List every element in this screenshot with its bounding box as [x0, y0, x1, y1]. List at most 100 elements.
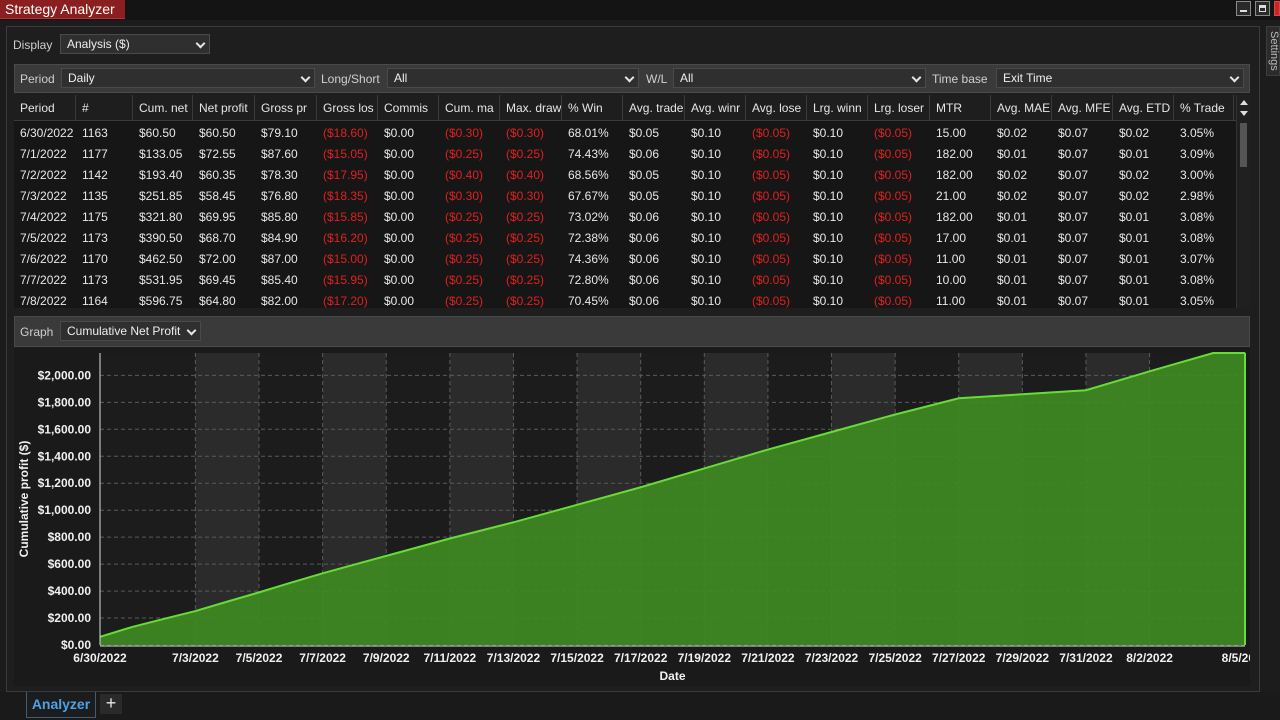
timebase-select[interactable]: Exit Time — [996, 68, 1244, 88]
table-cell: $596.75 — [139, 294, 183, 308]
column-header[interactable]: Period — [14, 95, 76, 121]
table-cell: $0.10 — [691, 252, 722, 266]
table-cell: 68.01% — [568, 126, 609, 140]
table-cell: $0.02 — [1119, 189, 1150, 203]
column-header[interactable]: Avg. ETD — [1113, 95, 1174, 121]
table-cell: 3.08% — [1180, 231, 1215, 245]
table-row[interactable]: 7/2/2022 1142 $193.40 $60.35 $78.30 ($17.95) $… — [14, 165, 1236, 186]
settings-tab[interactable]: Settings — [1266, 26, 1280, 76]
column-header[interactable]: Avg. MFE — [1052, 95, 1113, 121]
table-row[interactable]: 6/30/2022 1163 $60.50 $60.50 $79.10 ($18.60) $… — [14, 123, 1236, 144]
table-row[interactable]: 7/4/2022 1175 $321.80 $69.95 $85.80 ($15.85) $… — [14, 207, 1236, 228]
table-cell: $0.00 — [384, 168, 415, 182]
column-header[interactable]: Cum. net — [133, 95, 193, 121]
window-title[interactable]: Strategy Analyzer — [0, 0, 125, 19]
table-cell: $0.01 — [1119, 147, 1150, 161]
table-cell: ($0.25) — [506, 210, 545, 224]
table-cell: $0.07 — [1058, 210, 1089, 224]
column-header[interactable]: Max. draw — [500, 95, 562, 121]
table-cell: $0.00 — [384, 210, 415, 224]
table-cell: $531.95 — [139, 273, 183, 287]
column-header[interactable]: % Win — [562, 95, 623, 121]
table-cell: ($0.05) — [874, 294, 913, 308]
column-header[interactable]: Cum. ma — [439, 95, 500, 121]
column-header[interactable]: # — [76, 95, 133, 121]
display-select[interactable]: Analysis ($) — [60, 34, 210, 54]
table-row[interactable]: 7/7/2022 1173 $531.95 $69.45 $85.40 ($15.95) $… — [14, 270, 1236, 291]
period-select[interactable]: Daily — [61, 68, 315, 88]
table-cell: ($0.30) — [445, 189, 484, 203]
column-header[interactable]: Avg. trade — [623, 95, 685, 121]
table-cell: ($0.05) — [874, 147, 913, 161]
column-header[interactable]: Gross los — [317, 95, 378, 121]
table-cell: $0.00 — [384, 189, 415, 203]
table-cell: $72.55 — [199, 147, 236, 161]
data-point — [576, 504, 578, 506]
table-cell: ($0.25) — [445, 147, 484, 161]
close-icon[interactable] — [1274, 1, 1280, 16]
table-cell: $76.80 — [261, 189, 298, 203]
tab-analyzer[interactable]: Analyzer — [26, 692, 96, 718]
table-cell: 6/30/2022 — [20, 126, 74, 140]
table-cell: 1170 — [82, 252, 108, 266]
table-cell: $0.05 — [629, 126, 660, 140]
column-header[interactable]: % Trade — [1174, 95, 1234, 121]
table-row[interactable]: 7/1/2022 1177 $133.05 $72.55 $87.60 ($15.05) $… — [14, 144, 1236, 165]
column-header[interactable]: Lrg. loser — [868, 95, 930, 121]
add-tab-button[interactable]: + — [100, 694, 122, 714]
period-label: Period — [20, 72, 55, 86]
table-cell: $251.85 — [139, 189, 183, 203]
table-cell: 1142 — [82, 168, 108, 182]
wl-select[interactable]: All — [673, 68, 926, 88]
longshort-select[interactable]: All — [387, 68, 639, 88]
table-cell: $0.01 — [1119, 210, 1150, 224]
table-cell: 7/1/2022 — [20, 147, 67, 161]
display-label: Display — [13, 38, 53, 52]
table-cell: ($0.05) — [752, 126, 791, 140]
column-header[interactable]: Avg. winr — [685, 95, 746, 121]
x-tick-label: 7/29/2022 — [996, 651, 1050, 665]
table-cell: $0.02 — [1119, 126, 1150, 140]
column-header[interactable]: MTR — [930, 95, 991, 121]
table-cell: 3.07% — [1180, 252, 1215, 266]
wl-value: All — [680, 71, 694, 85]
column-header[interactable]: Lrg. winn — [807, 95, 868, 121]
table-cell: 70.45% — [568, 294, 609, 308]
maximize-icon[interactable] — [1255, 1, 1270, 16]
table-row[interactable]: 7/6/2022 1170 $462.50 $72.00 $87.00 ($15.00) $… — [14, 249, 1236, 270]
table-cell: ($0.05) — [874, 168, 913, 182]
column-header[interactable]: Avg. MAE — [991, 95, 1052, 121]
table-cell: 1163 — [82, 126, 108, 140]
table-cell: $85.80 — [261, 210, 298, 224]
table-row[interactable]: 7/3/2022 1135 $251.85 $58.45 $76.80 ($18.35) $… — [14, 186, 1236, 207]
minimize-icon[interactable] — [1236, 1, 1251, 16]
graph-select[interactable]: Cumulative Net Profit — [60, 321, 201, 341]
table-cell: ($0.05) — [752, 273, 791, 287]
data-point — [449, 537, 451, 539]
y-tick-label: $200.00 — [48, 611, 92, 625]
column-header[interactable]: Gross pr — [255, 95, 317, 121]
x-axis-title: Date — [659, 669, 685, 683]
table-row[interactable]: 7/5/2022 1173 $390.50 $68.70 $84.90 ($16.20) $… — [14, 228, 1236, 249]
scroll-down-icon[interactable] — [1240, 111, 1248, 116]
data-point — [1244, 352, 1246, 354]
table-row[interactable]: 7/8/2022 1164 $596.75 $64.80 $82.00 ($17.20) $… — [14, 291, 1236, 308]
table-cell: ($15.85) — [323, 210, 368, 224]
scroll-up-icon[interactable] — [1240, 100, 1248, 105]
table-cell: 11.00 — [936, 294, 966, 308]
column-header[interactable]: Avg. lose — [746, 95, 807, 121]
column-header[interactable]: Net profit — [193, 95, 255, 121]
data-point — [194, 610, 196, 612]
x-tick-label: 7/23/2022 — [805, 651, 859, 665]
scroll-thumb[interactable] — [1240, 123, 1247, 167]
x-tick-label: 7/31/2022 — [1059, 651, 1113, 665]
table-cell: ($0.25) — [506, 252, 545, 266]
table-cell: $60.50 — [199, 126, 236, 140]
table-cell: 3.05% — [1180, 294, 1215, 308]
table-scrollbar[interactable] — [1236, 95, 1250, 308]
table-cell: $58.45 — [199, 189, 236, 203]
table-cell: $0.07 — [1058, 252, 1089, 266]
column-header[interactable]: Commis — [378, 95, 439, 121]
table-cell: 7/8/2022 — [20, 294, 67, 308]
table-cell: 10.00 — [936, 273, 967, 287]
